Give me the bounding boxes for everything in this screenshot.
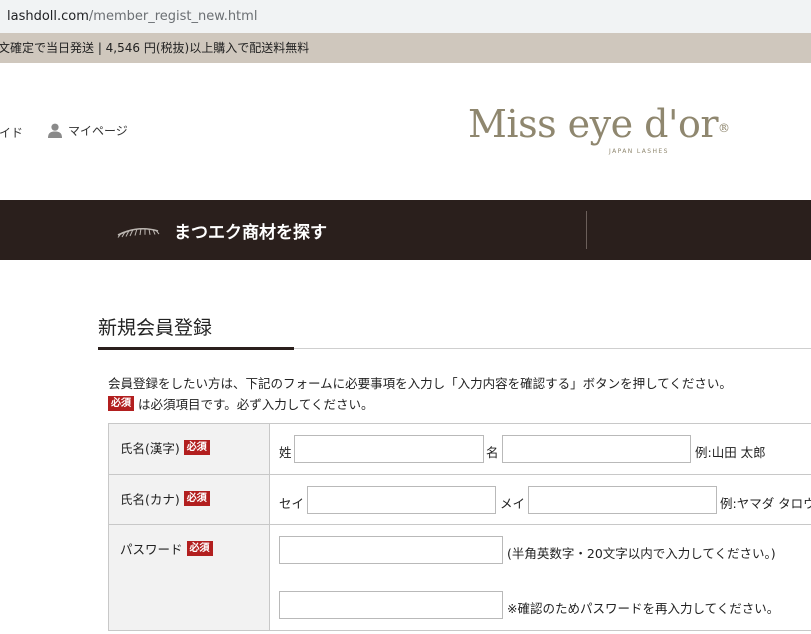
category-bar: まつエク商材を探す xyxy=(0,200,811,260)
password-input[interactable] xyxy=(279,536,503,564)
address-bar[interactable]: lashdoll.com/member_regist_new.html xyxy=(0,0,811,33)
name-kana-example: 例:ヤマダ タロウ xyxy=(720,496,811,511)
nav-guide-link[interactable]: イド xyxy=(0,124,23,141)
sei-kana-label: セイ xyxy=(279,496,305,511)
required-badge: 必須 xyxy=(183,491,210,506)
field-label-name-kana: 氏名(カナ) xyxy=(120,492,180,507)
page-title: 新規会員登録 xyxy=(98,317,213,339)
required-badge: 必須 xyxy=(183,440,210,455)
intro-text: 会員登録をしたい方は、下記のフォームに必要事項を入力し「入力内容を確認する」ボタ… xyxy=(108,376,732,391)
user-icon xyxy=(48,123,62,138)
sei-label: 姓 xyxy=(279,445,292,460)
password-confirm-hint: ※確認のためパスワードを再入力してください。 xyxy=(507,601,780,616)
url-text[interactable]: lashdoll.com/member_regist_new.html xyxy=(7,0,257,33)
category-search-button[interactable]: まつエク商材を探す xyxy=(174,218,327,243)
site-logo[interactable]: Miss eye d'or® JAPAN LASHES xyxy=(468,102,730,162)
form-label-cell: 氏名(カナ) 必須 xyxy=(108,475,270,524)
logo-registered-mark: ® xyxy=(717,121,730,135)
form-value-cell: (半角英数字・20文字以内で入力してください。) ※確認のためパスワードを再入力… xyxy=(269,525,811,630)
name-kanji-example: 例:山田 太郎 xyxy=(695,445,766,460)
form-value-cell: 姓 名 例:山田 太郎 xyxy=(269,424,811,474)
form-row-password: パスワード 必須 (半角英数字・20文字以内で入力してください。) ※確認のためパ… xyxy=(108,525,811,631)
field-label-name-kanji: 氏名(漢字) xyxy=(120,441,180,456)
announcement-bar: 文確定で当日発送 | 4,546 円(税抜)以上購入で配送料無料 xyxy=(0,33,811,63)
first-name-kanji-input[interactable] xyxy=(502,435,691,463)
last-name-kana-input[interactable] xyxy=(307,486,496,514)
logo-subtitle: JAPAN LASHES xyxy=(609,148,669,155)
form-row-name-kana: 氏名(カナ) 必須 セイ メイ 例:ヤマダ タロウ xyxy=(108,475,811,525)
nav-mypage-link[interactable]: マイページ xyxy=(48,122,128,139)
category-bar-divider xyxy=(586,211,587,249)
required-note-text: は必須項目です。必ず入力してください。 xyxy=(138,397,374,412)
field-label-password: パスワード xyxy=(120,542,183,557)
logo-text: Miss eye d'or xyxy=(468,102,718,146)
form-label-cell: 氏名(漢字) 必須 xyxy=(108,424,270,474)
announcement-text: 文確定で当日発送 | 4,546 円(税抜)以上購入で配送料無料 xyxy=(0,41,310,55)
mei-kana-label: メイ xyxy=(500,496,526,511)
form-label-cell: パスワード 必須 xyxy=(108,525,270,630)
site-header: イド マイページ Miss eye d'or® JAPAN LASHES xyxy=(0,63,811,200)
password-confirm-input[interactable] xyxy=(279,591,503,619)
eyelash-icon xyxy=(117,227,160,238)
mei-label: 名 xyxy=(486,445,499,460)
title-accent-bar xyxy=(98,347,294,350)
form-row-name-kanji: 氏名(漢字) 必須 姓 名 例:山田 太郎 xyxy=(108,424,811,475)
last-name-kanji-input[interactable] xyxy=(294,435,484,463)
first-name-kana-input[interactable] xyxy=(528,486,717,514)
required-badge: 必須 xyxy=(108,396,134,411)
registration-form: 氏名(漢字) 必須 姓 名 例:山田 太郎 氏名(カナ) 必須 セイ メイ 例:ヤマ… xyxy=(108,423,811,631)
form-value-cell: セイ メイ 例:ヤマダ タロウ xyxy=(269,475,811,524)
required-note: 必須 は必須項目です。必ず入力してください。 xyxy=(108,394,374,413)
nav-mypage-label: マイページ xyxy=(68,124,128,138)
required-badge: 必須 xyxy=(186,541,213,556)
password-hint: (半角英数字・20文字以内で入力してください。) xyxy=(507,546,776,561)
